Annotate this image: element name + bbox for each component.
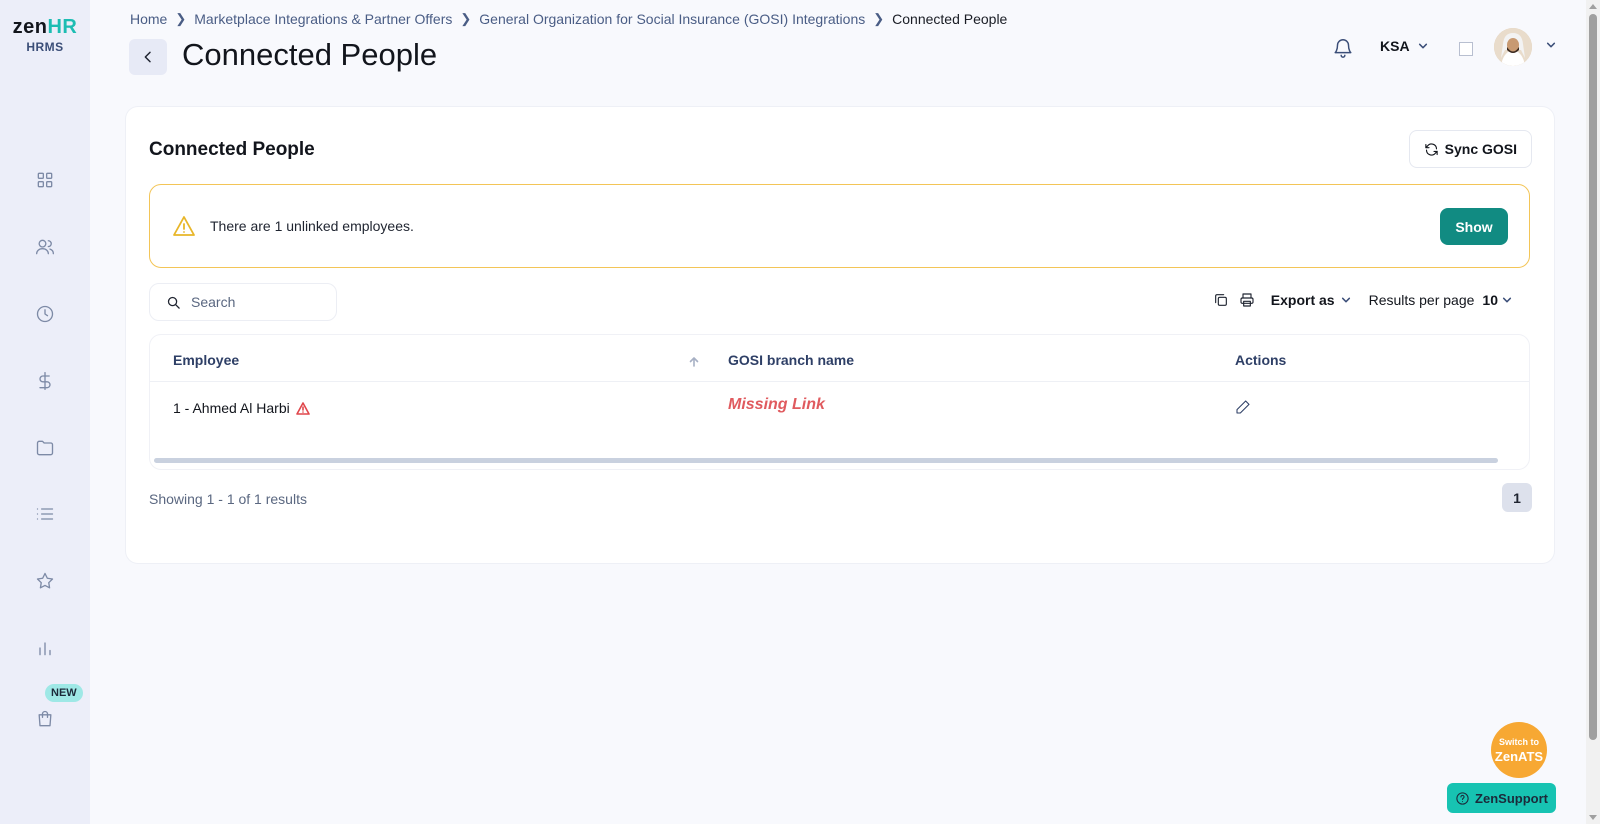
folder-icon bbox=[36, 440, 54, 456]
alert-text: There are 1 unlinked employees. bbox=[210, 218, 414, 234]
table-row: 1 - Ahmed Al Harbi Missing Link bbox=[150, 382, 1529, 432]
vertical-scrollbar[interactable] bbox=[1586, 0, 1600, 824]
sidebar-item-payroll[interactable] bbox=[34, 370, 56, 392]
scrollbar-thumb[interactable] bbox=[1589, 14, 1597, 740]
employees-table: Employee GOSI branch name Actions 1 - Ah… bbox=[149, 334, 1530, 470]
list-icon bbox=[36, 508, 54, 520]
shopping-bag-icon bbox=[38, 710, 52, 727]
sidebar-item-documents[interactable] bbox=[34, 437, 56, 459]
logo[interactable]: zenHR HRMS bbox=[12, 16, 78, 54]
bell-icon bbox=[1334, 39, 1352, 58]
avatar-image bbox=[1494, 28, 1532, 66]
results-per-page-label: Results per page bbox=[1368, 292, 1475, 308]
sort-arrow-up-icon[interactable] bbox=[688, 355, 700, 367]
results-per-page-select[interactable]: 10 bbox=[1482, 292, 1512, 308]
copy-button[interactable] bbox=[1213, 292, 1229, 308]
star-icon bbox=[36, 572, 54, 589]
scroll-up-arrow[interactable] bbox=[1589, 4, 1597, 9]
sidebar-item-lists[interactable] bbox=[34, 503, 56, 525]
breadcrumb-marketplace[interactable]: Marketplace Integrations & Partner Offer… bbox=[194, 11, 452, 27]
column-actions: Actions bbox=[1235, 352, 1287, 368]
sidebar-item-reports[interactable] bbox=[34, 637, 56, 659]
unlinked-alert: There are 1 unlinked employees. Show bbox=[149, 184, 1530, 268]
region-label: KSA bbox=[1380, 38, 1410, 54]
sidebar-item-people[interactable] bbox=[34, 236, 56, 258]
breadcrumb-gosi[interactable]: General Organization for Social Insuranc… bbox=[479, 11, 865, 27]
table-header: Employee GOSI branch name Actions bbox=[150, 335, 1529, 382]
avatar[interactable] bbox=[1494, 28, 1532, 66]
sidebar-item-dashboard[interactable] bbox=[34, 169, 56, 191]
clock-icon bbox=[36, 305, 54, 323]
users-icon bbox=[36, 239, 54, 255]
printer-icon bbox=[1240, 293, 1254, 307]
logo-zen: zen bbox=[12, 16, 48, 38]
region-selector[interactable]: KSA bbox=[1380, 38, 1428, 54]
sidebar-item-time[interactable] bbox=[34, 303, 56, 325]
results-per-page-value: 10 bbox=[1482, 292, 1498, 308]
switch-to-zenats-button[interactable]: Switch to ZenATS bbox=[1491, 722, 1547, 778]
search-box bbox=[149, 283, 337, 321]
column-employee[interactable]: Employee bbox=[173, 352, 239, 368]
pagination-page[interactable]: 1 bbox=[1502, 483, 1532, 512]
search-icon bbox=[167, 296, 180, 309]
warning-icon bbox=[295, 401, 310, 415]
breadcrumb-current: Connected People bbox=[892, 11, 1008, 27]
help-icon bbox=[1456, 791, 1469, 805]
chevron-down-icon[interactable] bbox=[1546, 40, 1556, 50]
show-button[interactable]: Show bbox=[1440, 208, 1508, 245]
scroll-down-arrow[interactable] bbox=[1589, 815, 1597, 820]
logo-sub: HRMS bbox=[26, 40, 64, 54]
employee-cell: 1 - Ahmed Al Harbi bbox=[173, 400, 310, 416]
bar-chart-icon bbox=[39, 642, 51, 656]
missing-link-text: Missing Link bbox=[728, 396, 825, 413]
flag-icon[interactable] bbox=[1459, 42, 1473, 56]
search-input[interactable] bbox=[191, 294, 331, 310]
chevron-left-icon bbox=[144, 51, 151, 63]
sidebar-item-performance[interactable] bbox=[34, 570, 56, 592]
connected-people-card: Connected People Sync GOSI There are 1 u… bbox=[126, 107, 1554, 563]
chevron-down-icon bbox=[1418, 43, 1427, 49]
horizontal-scrollbar[interactable] bbox=[154, 458, 1498, 463]
notifications-button[interactable] bbox=[1332, 36, 1354, 60]
chevron-right-icon: ❯ bbox=[175, 11, 187, 26]
pencil-icon bbox=[1236, 400, 1250, 414]
sync-gosi-button[interactable]: Sync GOSI bbox=[1408, 130, 1532, 168]
warning-icon bbox=[172, 215, 196, 237]
chevron-right-icon: ❯ bbox=[873, 11, 885, 26]
sync-gosi-label: Sync GOSI bbox=[1444, 141, 1517, 157]
chevron-down-icon bbox=[1341, 297, 1350, 303]
chevron-down-icon bbox=[1502, 297, 1512, 303]
edit-button[interactable] bbox=[1235, 399, 1251, 415]
zenats-top: Switch to bbox=[1499, 737, 1539, 747]
logo-hr: HR bbox=[47, 16, 78, 38]
breadcrumb: Home ❯ Marketplace Integrations & Partne… bbox=[130, 11, 1007, 27]
zenats-main: ZenATS bbox=[1494, 749, 1544, 764]
refresh-icon bbox=[1424, 142, 1438, 156]
breadcrumb-home[interactable]: Home bbox=[130, 11, 167, 27]
card-title: Connected People bbox=[149, 139, 315, 160]
zensupport-label: ZenSupport bbox=[1475, 790, 1548, 806]
export-label: Export as bbox=[1270, 292, 1335, 308]
table-toolbar: Export as Results per page 10 bbox=[1213, 292, 1512, 308]
sidebar-item-marketplace[interactable] bbox=[34, 708, 56, 730]
chevron-right-icon: ❯ bbox=[460, 11, 472, 26]
column-gosi-branch: GOSI branch name bbox=[728, 352, 855, 368]
copy-icon bbox=[1214, 294, 1227, 306]
results-summary: Showing 1 - 1 of 1 results bbox=[149, 491, 307, 507]
dollar-icon bbox=[39, 372, 51, 390]
grid-icon bbox=[37, 172, 53, 188]
sidebar: zenHR HRMS NEW bbox=[0, 0, 90, 824]
new-badge: NEW bbox=[45, 684, 83, 702]
back-button[interactable] bbox=[129, 39, 167, 75]
employee-name[interactable]: 1 - Ahmed Al Harbi bbox=[173, 400, 290, 416]
zensupport-button[interactable]: ZenSupport bbox=[1447, 783, 1556, 813]
page-title: Connected People bbox=[182, 37, 438, 72]
export-dropdown[interactable]: Export as bbox=[1271, 292, 1351, 308]
print-button[interactable] bbox=[1239, 292, 1255, 308]
